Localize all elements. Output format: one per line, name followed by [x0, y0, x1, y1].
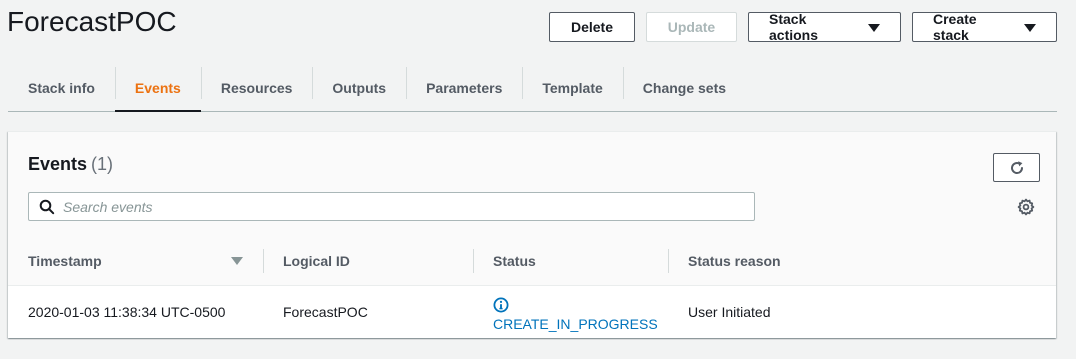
- tab-label: Template: [542, 79, 603, 96]
- stack-actions-button-label: Stack actions: [769, 11, 819, 43]
- refresh-icon: [1010, 160, 1023, 174]
- events-panel-header: Events (1): [8, 132, 1056, 238]
- tab-label: Parameters: [426, 79, 503, 96]
- search-events-input[interactable]: [63, 198, 713, 215]
- table-header-row: Timestamp Logical ID Status Status reaso…: [8, 237, 1056, 286]
- column-header-label: Logical ID: [283, 253, 350, 269]
- tab-template[interactable]: Template: [522, 64, 622, 111]
- column-header-logical-id[interactable]: Logical ID: [263, 237, 473, 285]
- tab-label: Events: [134, 79, 181, 96]
- tab-parameters[interactable]: Parameters: [406, 64, 522, 111]
- status-cell: CREATE_IN_PROGRESS: [473, 286, 668, 337]
- tab-label: Resources: [220, 79, 293, 96]
- search-icon: [39, 199, 55, 215]
- events-panel-title: Events (1): [28, 152, 113, 176]
- update-button[interactable]: Update: [646, 12, 737, 42]
- tab-resources[interactable]: Resources: [200, 64, 313, 111]
- events-panel: Events (1) Search events Timestamp Logic…: [8, 131, 1056, 338]
- events-table: Timestamp Logical ID Status Status reaso…: [8, 237, 1056, 337]
- info-icon: [493, 297, 509, 313]
- tab-label: Stack info: [28, 79, 95, 96]
- search-events-box[interactable]: [28, 192, 755, 221]
- timestamp-cell: 2020-01-03 11:38:34 UTC-0500: [28, 303, 226, 320]
- column-header-timestamp[interactable]: Timestamp: [8, 237, 263, 285]
- page-title: ForecastPOC: [7, 6, 177, 37]
- events-title: Events: [28, 154, 88, 174]
- caret-down-icon: [1024, 23, 1036, 32]
- status-reason-cell: User Initiated: [688, 303, 771, 320]
- events-count: (1): [91, 154, 114, 174]
- tab-change-sets[interactable]: Change sets: [622, 64, 746, 111]
- logical-id-cell: ForecastPOC: [283, 303, 368, 320]
- sort-descending-icon[interactable]: [231, 257, 243, 265]
- settings-button[interactable]: [1017, 198, 1035, 216]
- refresh-button[interactable]: [993, 153, 1040, 182]
- tab-label: Outputs: [332, 79, 387, 96]
- header-actions: Delete Update Stack actions Create stack: [549, 11, 1057, 43]
- column-header-label: Timestamp: [28, 253, 102, 269]
- caret-down-icon: [868, 23, 880, 32]
- column-header-status[interactable]: Status: [473, 237, 668, 285]
- gear-icon: [1017, 198, 1035, 216]
- table-row: 2020-01-03 11:38:34 UTC-0500 ForecastPOC…: [8, 286, 1056, 337]
- tab-outputs[interactable]: Outputs: [312, 64, 406, 111]
- tab-stack-info[interactable]: Stack info: [8, 64, 115, 111]
- tab-label: Change sets: [642, 79, 727, 96]
- tab-events[interactable]: Events: [114, 64, 201, 112]
- stack-tabs: Stack info Events Resources Outputs Para…: [8, 64, 1057, 112]
- column-header-label: Status reason: [688, 253, 781, 269]
- delete-button[interactable]: Delete: [549, 12, 635, 42]
- update-button-label: Update: [667, 19, 716, 35]
- delete-button-label: Delete: [570, 19, 614, 35]
- create-stack-button[interactable]: Create stack: [912, 11, 1057, 43]
- create-stack-button-label: Create stack: [933, 11, 977, 43]
- status-text: CREATE_IN_PROGRESS: [493, 316, 658, 332]
- stack-actions-button[interactable]: Stack actions: [748, 11, 901, 43]
- column-header-status-reason[interactable]: Status reason: [668, 237, 1056, 285]
- column-header-label: Status: [493, 253, 536, 269]
